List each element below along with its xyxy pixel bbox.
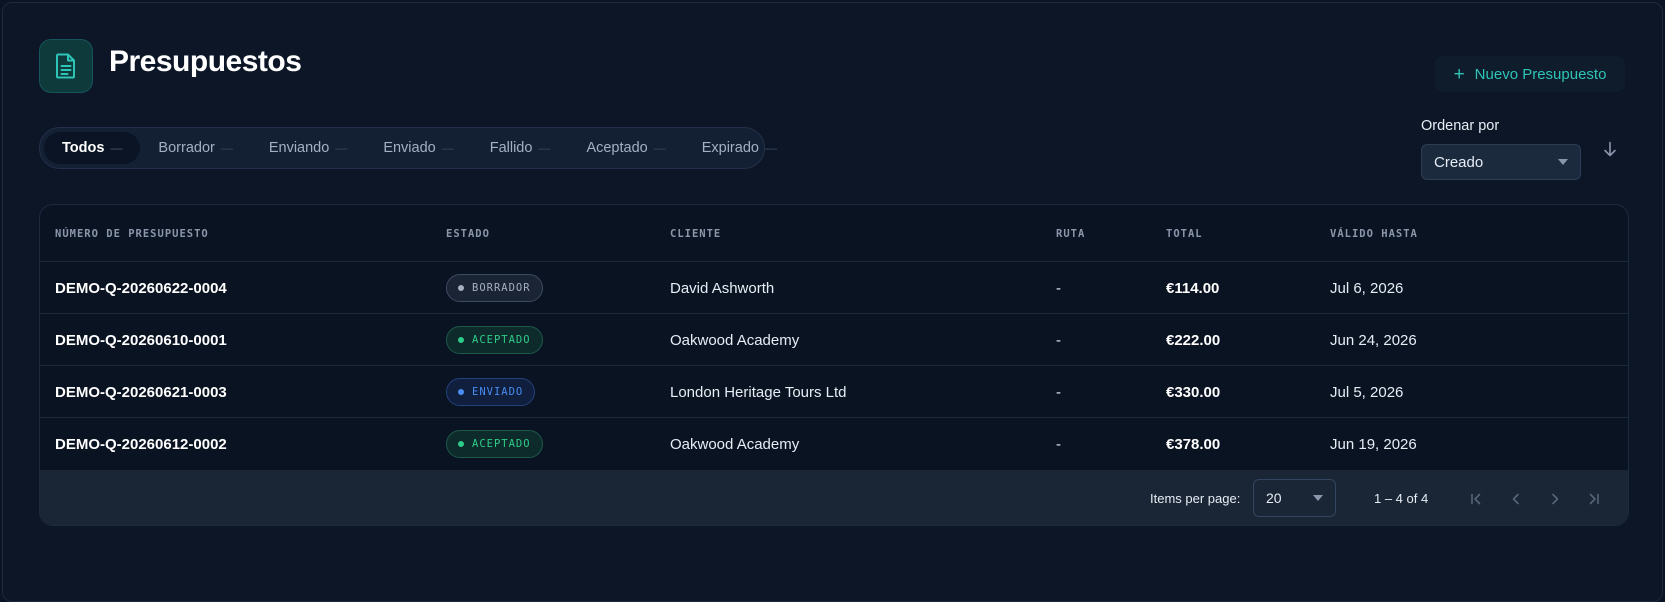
page-title: Presupuestos xyxy=(109,45,302,78)
column-header-client[interactable]: CLIENTE xyxy=(670,228,721,240)
quote-number: DEMO-Q-20260621-0003 xyxy=(55,383,227,401)
tab-count: — xyxy=(764,141,777,155)
tab-count: — xyxy=(110,141,123,155)
client-name: London Heritage Tours Ltd xyxy=(670,383,847,401)
items-per-page-label: Items per page: xyxy=(1150,491,1241,506)
document-icon xyxy=(39,39,93,93)
quote-number: DEMO-Q-20260612-0002 xyxy=(55,435,227,453)
column-header-number[interactable]: NÚMERO DE PRESUPUESTO xyxy=(55,228,209,240)
status-badge: ACEPTADO xyxy=(446,430,543,458)
page-range-label: 1 – 4 of 4 xyxy=(1374,491,1429,506)
status-badge: BORRADOR xyxy=(446,274,543,302)
column-header-status[interactable]: ESTADO xyxy=(446,228,490,240)
first-page-icon[interactable] xyxy=(1465,488,1487,510)
sort-value: Creado xyxy=(1434,153,1484,171)
tab-count: — xyxy=(538,141,551,155)
last-page-icon[interactable] xyxy=(1583,488,1605,510)
client-name: Oakwood Academy xyxy=(670,435,800,453)
paginator: Items per page: 20 1 – 4 of 4 xyxy=(40,470,1628,525)
tab-expirado[interactable]: Expirado — xyxy=(684,132,795,164)
tab-borrador[interactable]: Borrador — xyxy=(140,132,250,164)
status-dot xyxy=(458,441,464,447)
tab-label: Expirado xyxy=(701,140,759,156)
page-frame: Presupuestos + Nuevo Presupuesto Todos —… xyxy=(2,2,1663,602)
tab-label: Fallido xyxy=(489,140,533,156)
route: - xyxy=(1056,435,1061,453)
tab-enviando[interactable]: Enviando — xyxy=(251,132,365,164)
status-badge: ENVIADO xyxy=(446,378,536,406)
tab-label: Enviando xyxy=(268,140,330,156)
status-text: ENVIADO xyxy=(472,386,524,398)
table-header: NÚMERO DE PRESUPUESTO ESTADO CLIENTE RUT… xyxy=(40,205,1628,262)
status-dot xyxy=(458,337,464,343)
table-row[interactable]: DEMO-Q-20260610-0001 ACEPTADO Oakwood Ac… xyxy=(40,314,1628,366)
previous-page-icon[interactable] xyxy=(1505,488,1527,510)
valid-until: Jul 6, 2026 xyxy=(1330,279,1404,297)
status-badge: ACEPTADO xyxy=(446,326,543,354)
new-quote-label: Nuevo Presupuesto xyxy=(1474,65,1607,83)
tab-fallido[interactable]: Fallido — xyxy=(472,132,569,164)
status-cell: ACEPTADO xyxy=(446,418,543,470)
client-name: David Ashworth xyxy=(670,279,775,297)
column-header-valid-until[interactable]: VÁLIDO HASTA xyxy=(1330,228,1418,240)
tab-label: Enviado xyxy=(383,140,436,156)
status-tabs: Todos — Borrador — Enviando — Enviado — … xyxy=(39,127,777,169)
table-row[interactable]: DEMO-Q-20260621-0003 ENVIADO London Heri… xyxy=(40,366,1628,418)
status-cell: BORRADOR xyxy=(446,262,543,314)
total: €222.00 xyxy=(1166,331,1221,349)
valid-until: Jul 5, 2026 xyxy=(1330,383,1404,401)
tab-count: — xyxy=(653,141,666,155)
table-row[interactable]: DEMO-Q-20260622-0004 BORRADOR David Ashw… xyxy=(40,262,1628,314)
tab-count: — xyxy=(220,141,233,155)
valid-until: Jun 24, 2026 xyxy=(1330,331,1417,349)
sort-label: Ordenar por xyxy=(1421,118,1500,134)
items-per-page-select[interactable]: 20 xyxy=(1253,479,1336,517)
route: - xyxy=(1056,331,1061,349)
status-text: BORRADOR xyxy=(472,282,531,294)
route: - xyxy=(1056,383,1061,401)
status-dot xyxy=(458,389,464,395)
status-text: ACEPTADO xyxy=(472,334,531,346)
total: €378.00 xyxy=(1166,435,1221,453)
tab-label: Aceptado xyxy=(586,140,648,156)
table-row[interactable]: DEMO-Q-20260612-0002 ACEPTADO Oakwood Ac… xyxy=(40,418,1628,470)
caret-down-icon xyxy=(1558,159,1568,165)
tab-aceptado[interactable]: Aceptado — xyxy=(568,132,683,164)
next-page-icon[interactable] xyxy=(1544,488,1566,510)
total: €114.00 xyxy=(1166,279,1220,297)
new-quote-button[interactable]: + Nuevo Presupuesto xyxy=(1435,56,1625,92)
tab-count: — xyxy=(441,141,454,155)
route: - xyxy=(1056,279,1061,297)
plus-icon: + xyxy=(1453,63,1465,85)
total: €330.00 xyxy=(1166,383,1221,401)
sort-select[interactable]: Creado xyxy=(1421,144,1581,180)
client-name: Oakwood Academy xyxy=(670,331,800,349)
quotes-table: NÚMERO DE PRESUPUESTO ESTADO CLIENTE RUT… xyxy=(39,204,1629,526)
column-header-total[interactable]: TOTAL xyxy=(1166,228,1203,240)
valid-until: Jun 19, 2026 xyxy=(1330,435,1417,453)
tab-label: Borrador xyxy=(158,140,215,156)
quote-number: DEMO-Q-20260610-0001 xyxy=(55,331,227,349)
caret-down-icon xyxy=(1313,495,1323,501)
quote-number: DEMO-Q-20260622-0004 xyxy=(55,279,227,297)
status-text: ACEPTADO xyxy=(472,438,531,450)
status-cell: ENVIADO xyxy=(446,366,536,418)
arrow-down-icon[interactable] xyxy=(1600,139,1620,159)
tab-label: Todos xyxy=(62,140,105,156)
status-dot xyxy=(458,285,464,291)
tab-enviado[interactable]: Enviado — xyxy=(365,132,471,164)
column-header-route[interactable]: RUTA xyxy=(1056,228,1085,240)
tab-todos[interactable]: Todos — xyxy=(44,132,141,164)
status-cell: ACEPTADO xyxy=(446,314,543,366)
items-per-page-value: 20 xyxy=(1266,490,1282,506)
tab-count: — xyxy=(335,141,348,155)
